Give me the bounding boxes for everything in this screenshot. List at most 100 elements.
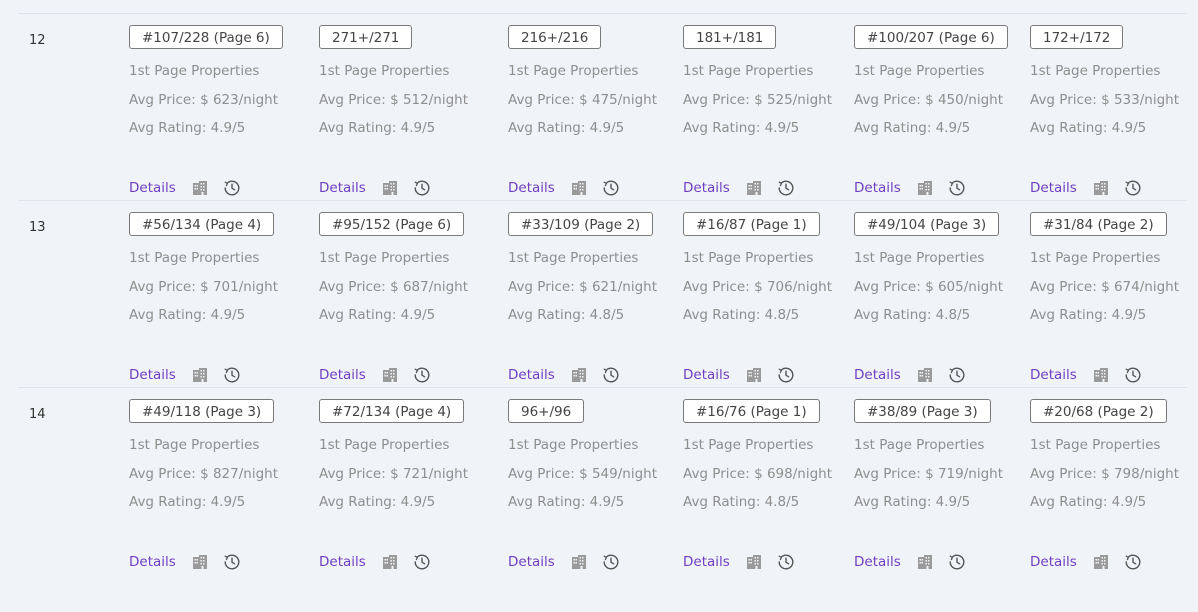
building-icon[interactable] (745, 366, 763, 384)
avg-price: Avg Price: $ 701/night (129, 279, 278, 295)
details-link[interactable]: Details (508, 180, 555, 196)
history-icon[interactable] (1124, 366, 1142, 384)
history-icon[interactable] (413, 366, 431, 384)
first-page-label: 1st Page Properties (854, 63, 985, 79)
avg-rating: Avg Rating: 4.9/5 (129, 307, 246, 323)
rank-badge: #16/76 (Page 1) (683, 399, 820, 423)
history-icon[interactable] (223, 553, 241, 571)
ranking-cell: 271+/271 1st Page Properties Avg Price: … (319, 25, 468, 196)
history-icon[interactable] (1124, 179, 1142, 197)
building-icon[interactable] (916, 179, 934, 197)
building-icon[interactable] (191, 179, 209, 197)
details-link[interactable]: Details (683, 180, 730, 196)
avg-price: Avg Price: $ 698/night (683, 466, 832, 482)
details-link[interactable]: Details (129, 180, 176, 196)
history-icon[interactable] (223, 179, 241, 197)
history-icon[interactable] (602, 366, 620, 384)
building-icon[interactable] (570, 179, 588, 197)
avg-rating: Avg Rating: 4.8/5 (683, 307, 800, 323)
history-icon[interactable] (948, 553, 966, 571)
history-icon[interactable] (948, 366, 966, 384)
building-icon[interactable] (191, 366, 209, 384)
avg-price: Avg Price: $ 621/night (508, 279, 657, 295)
details-link[interactable]: Details (854, 367, 901, 383)
avg-price: Avg Price: $ 827/night (129, 466, 278, 482)
building-icon[interactable] (1092, 553, 1110, 571)
ranking-table: 12 #107/228 (Page 6) 1st Page Properties… (0, 0, 1198, 612)
details-link[interactable]: Details (683, 367, 730, 383)
building-icon[interactable] (381, 179, 399, 197)
first-page-label: 1st Page Properties (129, 250, 260, 266)
first-page-label: 1st Page Properties (508, 437, 639, 453)
cell-actions: Details (683, 178, 795, 198)
avg-price: Avg Price: $ 533/night (1030, 92, 1179, 108)
history-icon[interactable] (413, 179, 431, 197)
cell-actions: Details (508, 178, 620, 198)
avg-price: Avg Price: $ 719/night (854, 466, 1003, 482)
ranking-cell: #56/134 (Page 4) 1st Page Properties Avg… (129, 212, 278, 383)
details-link[interactable]: Details (1030, 180, 1077, 196)
details-link[interactable]: Details (129, 554, 176, 570)
building-icon[interactable] (1092, 366, 1110, 384)
rank-badge: #16/87 (Page 1) (683, 212, 820, 236)
history-icon[interactable] (602, 179, 620, 197)
building-icon[interactable] (1092, 179, 1110, 197)
cell-actions: Details (129, 178, 241, 198)
history-icon[interactable] (1124, 553, 1142, 571)
rank-badge: 172+/172 (1030, 25, 1124, 49)
first-page-label: 1st Page Properties (1030, 437, 1161, 453)
building-icon[interactable] (745, 179, 763, 197)
building-icon[interactable] (570, 366, 588, 384)
details-link[interactable]: Details (1030, 554, 1077, 570)
details-link[interactable]: Details (129, 367, 176, 383)
details-link[interactable]: Details (854, 554, 901, 570)
ranking-cell: #20/68 (Page 2) 1st Page Properties Avg … (1030, 399, 1179, 570)
building-icon[interactable] (570, 553, 588, 571)
rank-badge: #33/109 (Page 2) (508, 212, 654, 236)
rank-badge: #95/152 (Page 6) (319, 212, 465, 236)
avg-rating: Avg Rating: 4.9/5 (319, 494, 436, 510)
building-icon[interactable] (191, 553, 209, 571)
rank-badge: 96+/96 (508, 399, 585, 423)
avg-rating: Avg Rating: 4.9/5 (1030, 307, 1147, 323)
ranking-cell: 181+/181 1st Page Properties Avg Price: … (683, 25, 832, 196)
building-icon[interactable] (745, 553, 763, 571)
details-link[interactable]: Details (319, 367, 366, 383)
avg-rating: Avg Rating: 4.9/5 (1030, 120, 1147, 136)
history-icon[interactable] (223, 366, 241, 384)
first-page-label: 1st Page Properties (854, 437, 985, 453)
ranking-cell: #49/118 (Page 3) 1st Page Properties Avg… (129, 399, 278, 570)
avg-price: Avg Price: $ 605/night (854, 279, 1003, 295)
avg-rating: Avg Rating: 4.9/5 (1030, 494, 1147, 510)
cell-actions: Details (319, 178, 431, 198)
cell-actions: Details (854, 178, 966, 198)
cell-actions: Details (683, 552, 795, 572)
history-icon[interactable] (413, 553, 431, 571)
first-page-label: 1st Page Properties (319, 250, 450, 266)
history-icon[interactable] (602, 553, 620, 571)
ranking-cell: 216+/216 1st Page Properties Avg Price: … (508, 25, 657, 196)
history-icon[interactable] (777, 553, 795, 571)
details-link[interactable]: Details (854, 180, 901, 196)
history-icon[interactable] (777, 179, 795, 197)
first-page-label: 1st Page Properties (508, 63, 639, 79)
ranking-cell: #38/89 (Page 3) 1st Page Properties Avg … (854, 399, 1003, 570)
building-icon[interactable] (916, 366, 934, 384)
cell-actions: Details (129, 365, 241, 385)
avg-rating: Avg Rating: 4.9/5 (319, 307, 436, 323)
details-link[interactable]: Details (1030, 367, 1077, 383)
details-link[interactable]: Details (508, 554, 555, 570)
details-link[interactable]: Details (319, 554, 366, 570)
first-page-label: 1st Page Properties (508, 250, 639, 266)
details-link[interactable]: Details (319, 180, 366, 196)
details-link[interactable]: Details (683, 554, 730, 570)
building-icon[interactable] (381, 366, 399, 384)
rank-badge: #100/207 (Page 6) (854, 25, 1008, 49)
history-icon[interactable] (948, 179, 966, 197)
building-icon[interactable] (381, 553, 399, 571)
avg-rating: Avg Rating: 4.8/5 (854, 307, 971, 323)
ranking-cell: #16/87 (Page 1) 1st Page Properties Avg … (683, 212, 832, 383)
history-icon[interactable] (777, 366, 795, 384)
building-icon[interactable] (916, 553, 934, 571)
details-link[interactable]: Details (508, 367, 555, 383)
